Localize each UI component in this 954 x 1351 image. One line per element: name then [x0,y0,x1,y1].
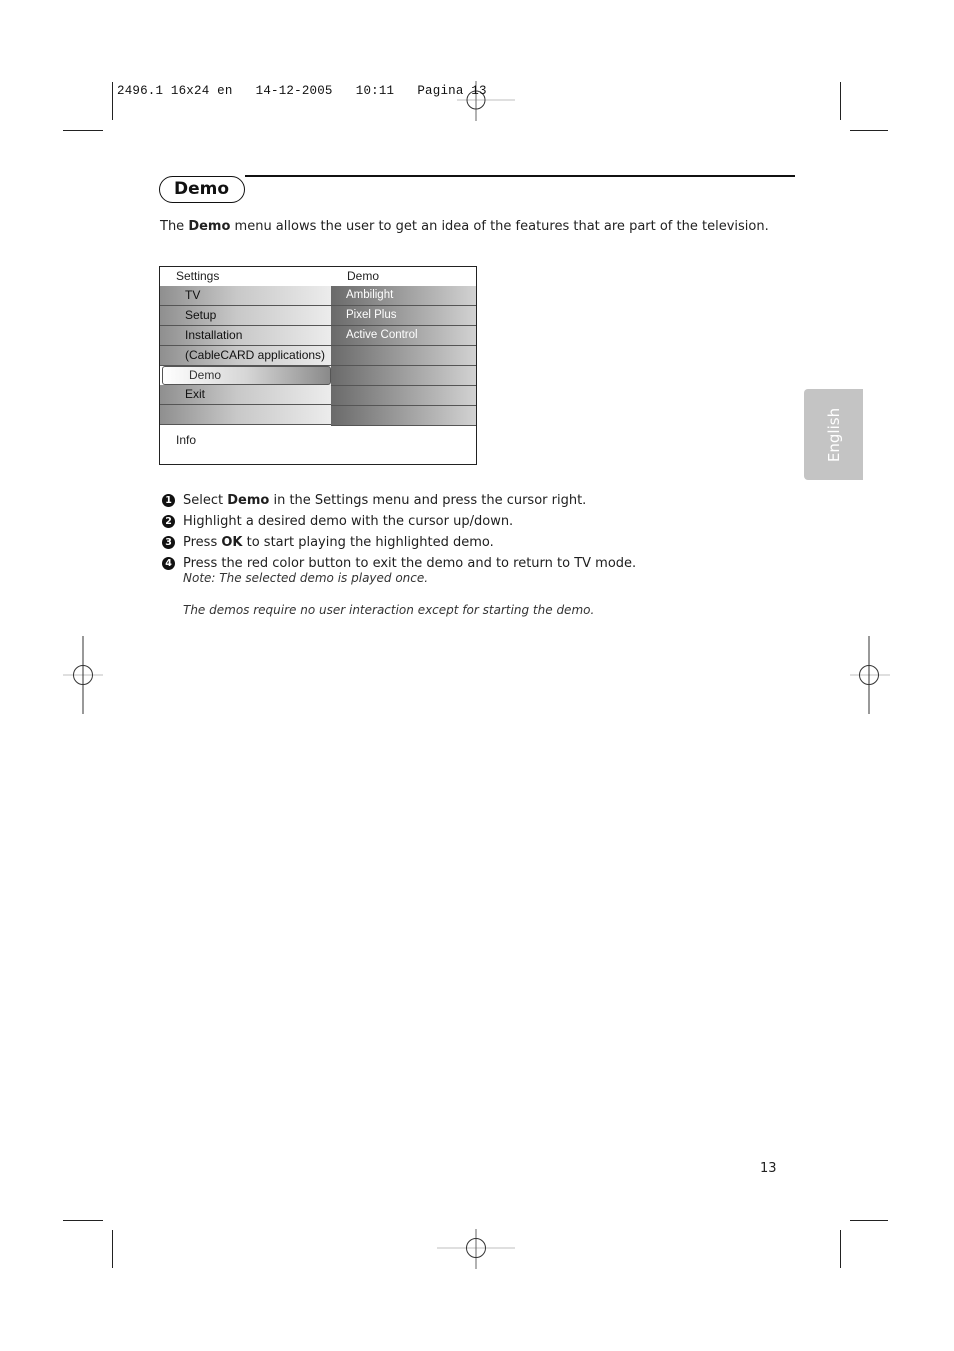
submenu-item-empty [331,406,476,426]
menu-item-tv[interactable]: TV [160,286,331,306]
header-rule [245,175,795,177]
crop-mark [840,1230,841,1268]
note-text: Note: The selected demo is played once. [183,571,429,585]
menu-item-exit[interactable]: Exit [160,385,331,405]
registration-mark-icon [437,1229,515,1269]
submenu-item-pixel-plus[interactable]: Pixel Plus [331,306,476,326]
instruction-steps: 1 Select Demo in the Settings menu and p… [162,490,636,574]
language-tab-label: English [824,407,843,462]
section-title: Demo [159,176,245,203]
menu-right-column: Ambilight Pixel Plus Active Control [331,286,476,426]
submenu-item-empty [331,386,476,406]
step-text: in the Settings menu and press the curso… [269,492,587,508]
step-text: Select [183,492,228,508]
step-text: Press [183,534,222,550]
submenu-item-empty [331,346,476,366]
menu-item-cablecard[interactable]: (CableCARD applications) [160,346,331,366]
menu-header-demo: Demo [347,269,380,283]
settings-menu-screenshot: Settings Demo TV Setup Installation (Cab… [159,266,477,465]
print-slug: 2496.1 16x24 en 14-12-2005 10:11 Pagina … [117,84,487,98]
step-number-icon: 1 [162,494,175,507]
crop-mark [63,130,103,131]
step-number-icon: 3 [162,536,175,549]
step-bold: Demo [227,492,270,508]
step-number-icon: 2 [162,515,175,528]
step-text: Highlight a desired demo with the cursor… [183,513,514,529]
crop-mark [63,1220,103,1221]
language-tab: English [804,389,863,480]
menu-item-demo-selected[interactable]: Demo [162,366,331,385]
step-bold: OK [221,534,243,550]
step-text: Press the red color button to exit the d… [183,555,637,571]
step-item: 2 Highlight a desired demo with the curs… [162,511,636,532]
intro-text: The [160,219,189,234]
page-number: 13 [760,1161,777,1176]
step-text: to start playing the highlighted demo. [242,534,494,550]
menu-item-empty [160,405,331,425]
menu-left-column: TV Setup Installation (CableCARD applica… [160,286,331,425]
submenu-item-ambilight[interactable]: Ambilight [331,286,476,306]
step-item: 1 Select Demo in the Settings menu and p… [162,490,636,511]
crop-mark [850,1220,888,1221]
crop-mark [112,82,113,120]
step-item: 3 Press OK to start playing the highligh… [162,532,636,553]
submenu-item-empty [331,366,476,386]
crop-mark [840,82,841,120]
intro-paragraph: The Demo menu allows the user to get an … [160,219,769,234]
intro-text: menu allows the user to get an idea of t… [230,219,769,234]
menu-header-settings: Settings [176,269,220,283]
crop-mark [112,1230,113,1268]
step-number-icon: 4 [162,557,175,570]
menu-info-label: Info [176,433,197,447]
footnote-text: The demos require no user interaction ex… [183,603,595,617]
intro-bold: Demo [188,219,231,234]
registration-mark-icon [63,636,103,714]
crop-mark [850,130,888,131]
submenu-item-active-control[interactable]: Active Control [331,326,476,346]
menu-item-installation[interactable]: Installation [160,326,331,346]
registration-mark-icon [850,636,890,714]
menu-item-setup[interactable]: Setup [160,306,331,326]
